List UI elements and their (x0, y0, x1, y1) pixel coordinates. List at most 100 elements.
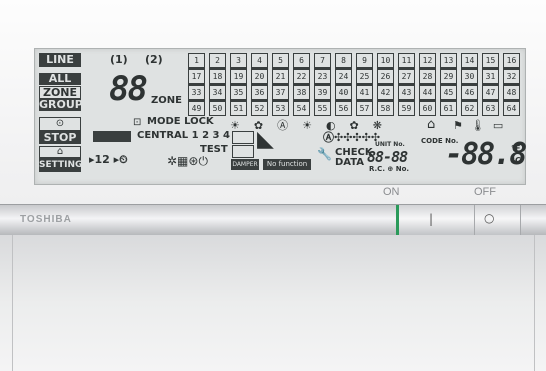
zone-chip: 6 (293, 53, 310, 69)
zone-chip: 26 (377, 69, 394, 85)
lcd-display: LINE ALL ZONE GROUP (1) (2) 88 ZONE 1234… (34, 48, 527, 185)
filter-icons: ✲▦⊛⏻ (167, 154, 208, 168)
off-label: OFF (474, 186, 496, 198)
zone-chip: 32 (503, 69, 520, 85)
zone-chip: 49 (188, 101, 205, 116)
button-strip: TOSHIBA | ○ (0, 204, 546, 236)
zone-chip: 59 (398, 101, 415, 116)
zone-chip: 13 (440, 53, 457, 69)
louver-icon-1 (232, 131, 254, 144)
off-button[interactable]: ○ (475, 205, 521, 235)
zone-chip: 17 (188, 69, 205, 85)
zone-chip: 29 (440, 69, 457, 85)
zone-chip: 22 (293, 69, 310, 85)
zone-chip: 41 (356, 85, 373, 101)
line-label: LINE (39, 53, 81, 67)
house-icon: ⌂ (427, 117, 436, 132)
lock-indicator-icon: ⌂ (39, 146, 81, 158)
zone-chip: 33 (188, 85, 205, 101)
zone-chip: 58 (377, 101, 394, 116)
right-seam (534, 235, 535, 371)
zone-chip: 28 (419, 69, 436, 85)
zone-chip: 1 (188, 53, 205, 69)
fan-speed-icons: Ⓐ✣✣✣✣✣ (323, 131, 381, 144)
zone-chip: 39 (314, 85, 331, 101)
zone-word: ZONE (151, 95, 182, 106)
zone-chip: 38 (293, 85, 310, 101)
zone-chip: 23 (314, 69, 331, 85)
zone-chip: 47 (482, 85, 499, 101)
on-label: ON (383, 186, 400, 198)
zone-chip: 11 (398, 53, 415, 69)
zone-chip: 56 (335, 101, 352, 116)
on-symbol-icon: | (429, 212, 434, 226)
zone-chip: 27 (398, 69, 415, 85)
zone-chip: 45 (440, 85, 457, 101)
zone-chip: 37 (272, 85, 289, 101)
zone-chip: 42 (377, 85, 394, 101)
zone-chip: 40 (335, 85, 352, 101)
louver-icon-2 (232, 145, 254, 158)
celsius-unit: °C (511, 156, 521, 165)
zone-chip: 57 (356, 101, 373, 116)
damper-label: DAMPER (231, 159, 259, 170)
zone-chip: 7 (314, 53, 331, 69)
zone-chip: 51 (230, 101, 247, 116)
no-function-label: No function (263, 159, 311, 170)
zone-chip: 43 (398, 85, 415, 101)
temperature-digits: -88.8 (445, 137, 527, 172)
zone-chip: 53 (272, 101, 289, 116)
zone-chip: 52 (251, 101, 268, 116)
zone-chip: 24 (335, 69, 352, 85)
zone-chip: 18 (209, 69, 226, 85)
zone-chip: 16 (503, 53, 520, 69)
line-number-1: (1) (110, 53, 128, 66)
fan-timer-text: ▸12 ▸⏲ (89, 153, 128, 166)
all-label: ALL (39, 73, 81, 85)
zone-chip: 36 (251, 85, 268, 101)
zone-chip: 55 (314, 101, 331, 116)
zone-chip: 30 (461, 69, 478, 85)
zone-chip: 25 (356, 69, 373, 85)
zone-chip: 48 (503, 85, 520, 101)
line-number-2: (2) (145, 53, 163, 66)
swing-fan-icon: ◣ (257, 127, 274, 152)
wrench-icon: 🔧 (317, 147, 332, 161)
zone-chip: 14 (461, 53, 478, 69)
zone-chip: 5 (272, 53, 289, 69)
central-label: CENTRAL 1 2 3 4 (137, 130, 230, 141)
mode-lock-label: MODE LOCK (147, 116, 214, 127)
zone-chip: 60 (419, 101, 436, 116)
central-icon (93, 131, 131, 142)
zone-chip: 8 (335, 53, 352, 69)
zone-chip: 54 (293, 101, 310, 116)
zone-chip: 9 (356, 53, 373, 69)
zone-digits: 88 (109, 69, 148, 109)
zone-chip: 20 (251, 69, 268, 85)
zone-chip: 10 (377, 53, 394, 69)
group-label: GROUP (39, 98, 83, 111)
on-button[interactable]: | (399, 205, 475, 235)
lower-cover[interactable] (0, 235, 546, 371)
zone-chip: 12 (419, 53, 436, 69)
zone-chip: 31 (482, 69, 499, 85)
zone-chip: 62 (461, 101, 478, 116)
zone-chip: 35 (230, 85, 247, 101)
zone-chip: 44 (419, 85, 436, 101)
left-seam (12, 235, 13, 371)
off-symbol-icon: ○ (484, 211, 495, 225)
data-label: DATA (335, 157, 365, 168)
remote-controller: LINE ALL ZONE GROUP (1) (2) 88 ZONE 1234… (0, 0, 546, 371)
zone-chip: 64 (503, 101, 520, 116)
fahrenheit-unit: °F (511, 144, 521, 153)
zone-number-grid: 1 2 3 4 5 6 7 8 9 10 11 12 13 14 15 16 17 18 19 20 21 22 23 24 2… (188, 53, 523, 116)
unit-no-label: UNIT No. (375, 141, 405, 148)
zone-chip: 50 (209, 101, 226, 116)
zone-chip: 21 (272, 69, 289, 85)
status-icons: ⚑🌡▭ (453, 119, 512, 132)
brand-logo: TOSHIBA (20, 214, 72, 225)
stop-label: STOP (39, 131, 81, 144)
rc-no-label: R.C. ⊕ No. (369, 165, 410, 173)
zone-chip: 61 (440, 101, 457, 116)
zone-chip: 15 (482, 53, 499, 69)
